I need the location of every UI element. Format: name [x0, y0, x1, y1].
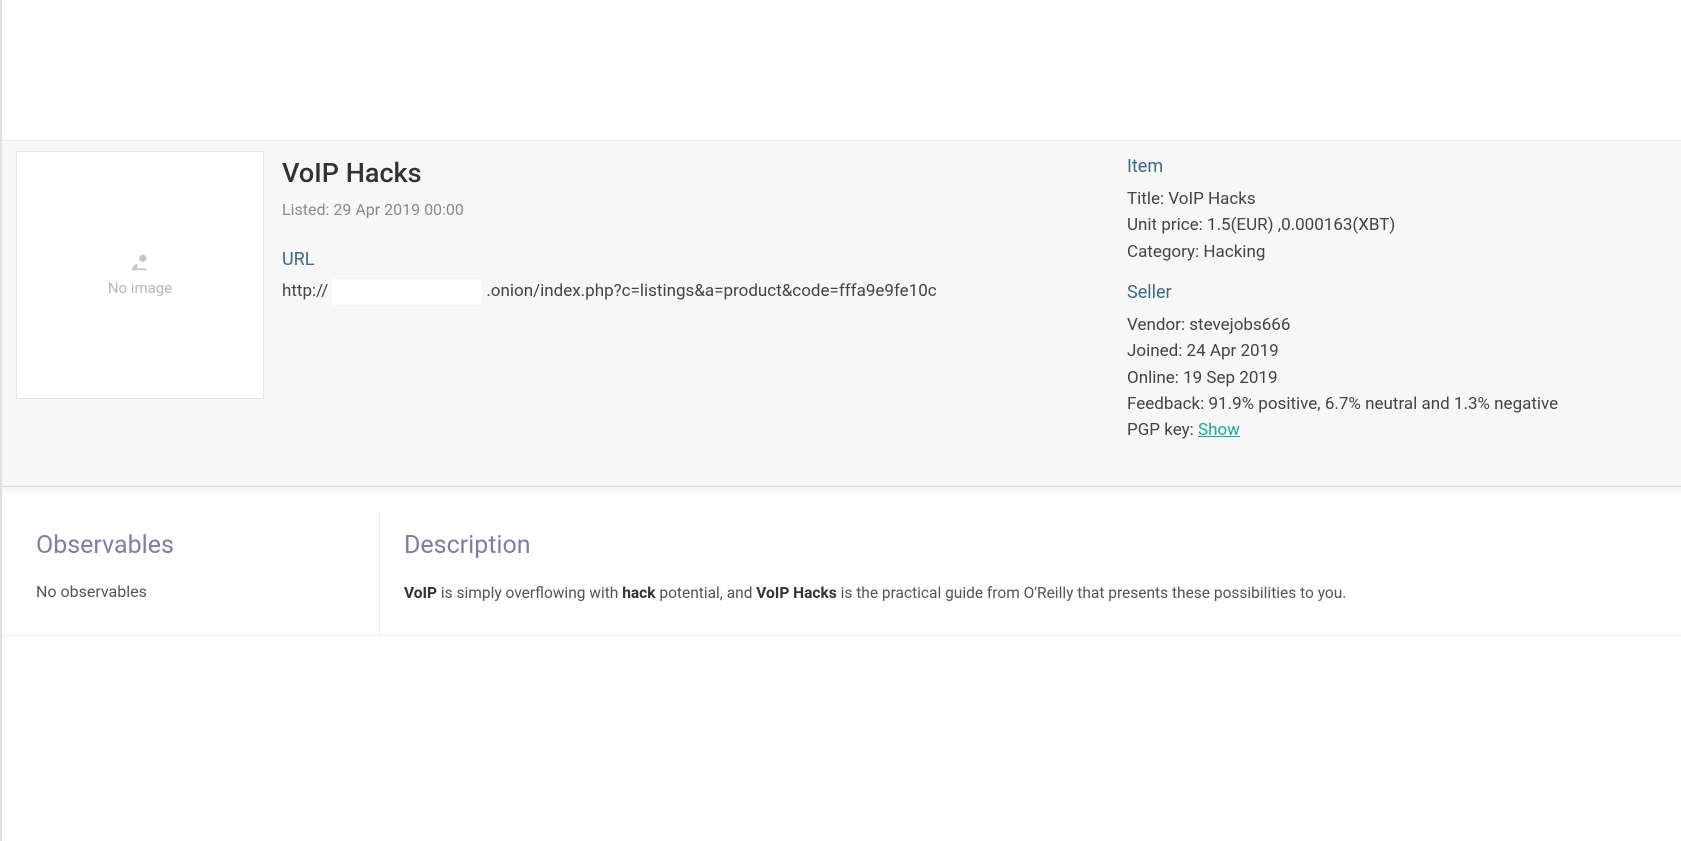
desc-bold-hack: hack	[622, 584, 655, 602]
seller-block: Seller Vendor: stevejobs666 Joined: 24 A…	[1127, 279, 1667, 444]
desc-bold-voip: VoIP	[404, 584, 437, 602]
desc-part3: is the practical guide from O'Reilly tha…	[837, 584, 1347, 602]
observables-panel: Observables No observables	[12, 511, 380, 635]
seller-joined-value: 24 Apr 2019	[1187, 341, 1279, 361]
seller-joined-row: Joined: 24 Apr 2019	[1127, 338, 1667, 364]
item-price-label: Unit price:	[1127, 215, 1203, 235]
seller-vendor-row: Vendor: stevejobs666	[1127, 312, 1667, 338]
description-body: VoIP is simply overflowing with hack pot…	[404, 580, 1647, 606]
seller-vendor-value: stevejobs666	[1189, 315, 1290, 335]
listing-info-panel: No image VoIP Hacks Listed: 29 Apr 2019 …	[2, 140, 1681, 487]
seller-vendor-label: Vendor:	[1127, 315, 1185, 335]
no-image-label: No image	[108, 277, 172, 300]
seller-pgp-label: PGP key:	[1127, 420, 1194, 440]
description-panel: Description VoIP is simply overflowing w…	[380, 511, 1671, 635]
seller-feedback-row: Feedback: 91.9% positive, 6.7% neutral a…	[1127, 391, 1667, 417]
item-title-value: VoIP Hacks	[1168, 189, 1255, 209]
observables-empty-text: No observables	[36, 580, 355, 604]
item-price-row: Unit price: 1.5(EUR) ,0.000163(XBT)	[1127, 212, 1667, 238]
seller-online-row: Online: 19 Sep 2019	[1127, 365, 1667, 391]
description-title: Description	[404, 527, 1647, 565]
item-title-label: Title:	[1127, 189, 1164, 209]
desc-bold-voip-hacks: VoIP Hacks	[756, 584, 836, 602]
listed-value: 29 Apr 2019 00:00	[333, 200, 464, 219]
url-row: http:// .onion/index.php?c=listings&a=pr…	[282, 279, 1109, 305]
desc-part2: potential, and	[656, 584, 757, 602]
url-suffix: .onion/index.php?c=listings&a=product&co…	[486, 279, 936, 305]
url-prefix: http://	[282, 279, 328, 305]
listing-title: VoIP Hacks	[282, 153, 1109, 194]
panel-divider-shadow	[2, 487, 1681, 497]
item-price-value: 1.5(EUR) ,0.000163(XBT)	[1207, 215, 1395, 235]
no-image-icon	[129, 251, 151, 273]
item-title-row: Title: VoIP Hacks	[1127, 186, 1667, 212]
seller-online-value: 19 Sep 2019	[1183, 368, 1277, 388]
listed-label: Listed:	[282, 200, 329, 219]
listing-right-column: Item Title: VoIP Hacks Unit price: 1.5(E…	[1127, 151, 1667, 458]
item-category-row: Category: Hacking	[1127, 239, 1667, 265]
seller-feedback-value: 91.9% positive, 6.7% neutral and 1.3% ne…	[1208, 394, 1558, 414]
item-category-value: Hacking	[1203, 242, 1265, 262]
pgp-show-link[interactable]: Show	[1198, 420, 1240, 440]
seller-section-label: Seller	[1127, 279, 1667, 306]
seller-online-label: Online:	[1127, 368, 1179, 388]
url-redacted-segment	[332, 279, 482, 305]
listing-listed-line: Listed: 29 Apr 2019 00:00	[282, 198, 1109, 222]
item-block: Item Title: VoIP Hacks Unit price: 1.5(E…	[1127, 153, 1667, 265]
seller-pgp-row: PGP key: Show	[1127, 417, 1667, 443]
url-section-label: URL	[282, 246, 1109, 273]
listing-image-placeholder: No image	[16, 151, 264, 399]
seller-joined-label: Joined:	[1127, 341, 1182, 361]
desc-part1: is simply overflowing with	[437, 584, 622, 602]
top-spacer	[2, 0, 1681, 140]
item-category-label: Category:	[1127, 242, 1199, 262]
observables-title: Observables	[36, 527, 355, 565]
seller-feedback-label: Feedback:	[1127, 394, 1204, 414]
listing-main-column: VoIP Hacks Listed: 29 Apr 2019 00:00 URL…	[282, 151, 1109, 305]
lower-panels: Observables No observables Description V…	[2, 497, 1681, 636]
item-section-label: Item	[1127, 153, 1667, 180]
